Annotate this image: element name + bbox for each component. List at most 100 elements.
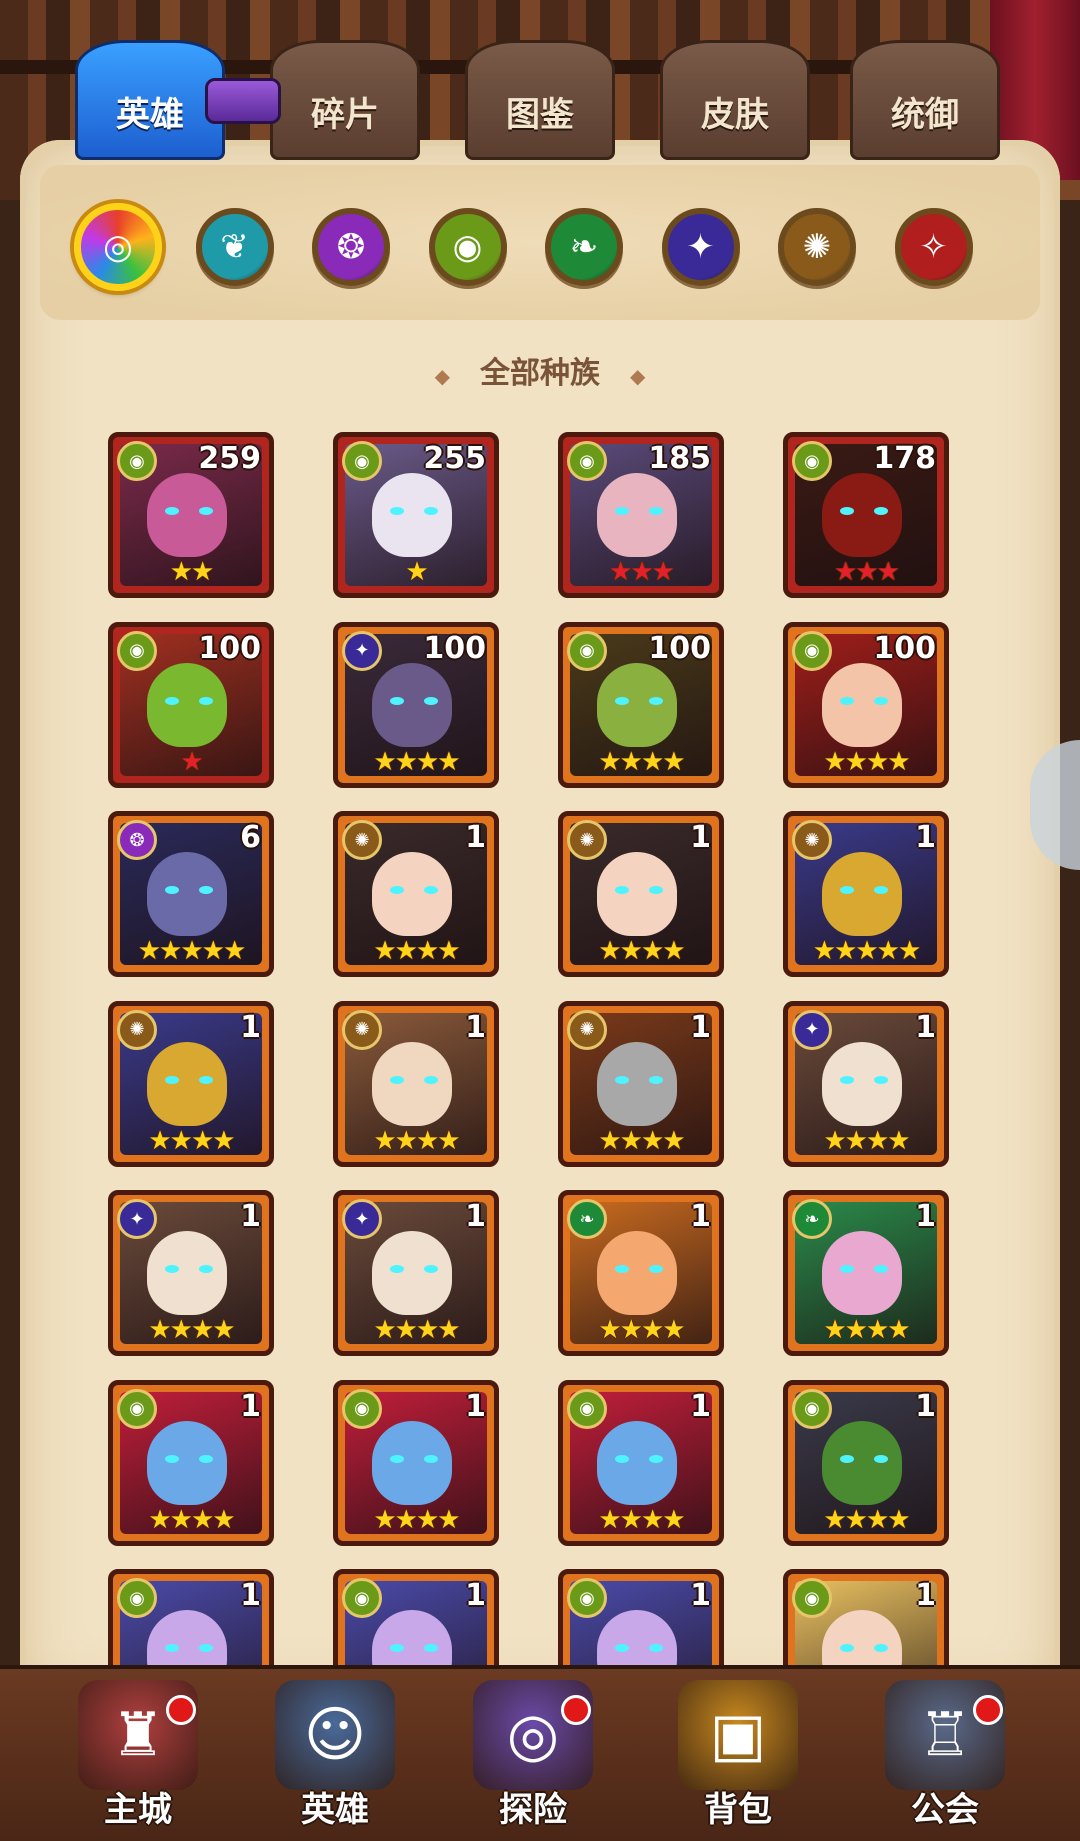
hero-level: 178	[873, 441, 936, 476]
race-2-icon[interactable]: ❂	[312, 208, 390, 286]
hero-level: 1	[465, 1009, 486, 1045]
hero-eye	[649, 1075, 663, 1084]
hero-card[interactable]: ◉ 259 ★★	[108, 432, 274, 598]
hero-level: 100	[423, 630, 486, 666]
hero-card[interactable]: ◉ 100 ★★★★	[558, 621, 724, 788]
notification-dot-icon	[973, 1695, 1003, 1725]
hero-card[interactable]: ◉ 1	[333, 1569, 499, 1665]
hero-face	[597, 662, 677, 747]
hero-card[interactable]: ◉ 1	[108, 1569, 274, 1665]
hero-card[interactable]: ❂ 6 ★★★★★	[108, 811, 274, 977]
hero-eye	[390, 507, 404, 515]
hero-card[interactable]: ✦ 1 ★★★★	[108, 1190, 274, 1356]
race-badge-icon: ◉	[567, 441, 607, 481]
nav-castle[interactable]: ♜ 主城	[48, 1680, 228, 1837]
hero-star-rating: ★★★★	[598, 1315, 685, 1345]
hero-eye	[649, 1265, 663, 1273]
race-badge-icon: ◉	[342, 441, 382, 481]
hero-level: 1	[915, 820, 936, 855]
hero-eye	[390, 696, 404, 705]
hero-eye	[165, 886, 179, 894]
hero-card[interactable]: ◉ 1	[783, 1569, 949, 1665]
hero-card[interactable]: ◉ 185 ★★★	[558, 432, 724, 598]
hero-card[interactable]: ✺ 1 ★★★★★	[783, 811, 949, 977]
hero-card[interactable]: ◉ 1	[558, 1569, 724, 1665]
hero-star-rating: ★★★★	[373, 936, 460, 966]
race-badge-icon: ❧	[567, 1199, 607, 1239]
race-5-icon[interactable]: ✦	[661, 208, 740, 286]
hero-icon: ☺	[275, 1680, 395, 1790]
race-label-text: 全部种族	[480, 356, 600, 391]
nav-guild[interactable]: ♖ 公会	[855, 1680, 1035, 1837]
hero-card[interactable]: ◉ 1 ★★★★	[558, 1379, 724, 1546]
race-badge-icon: ✺	[567, 820, 607, 860]
hero-eye	[165, 696, 179, 705]
hero-face	[822, 473, 902, 557]
hero-card[interactable]: ✦ 100 ★★★★	[333, 621, 499, 788]
hero-card[interactable]: ◉ 1 ★★★★	[783, 1379, 949, 1546]
hero-eye	[840, 1265, 854, 1273]
race-6-icon[interactable]: ✺	[778, 208, 856, 286]
race-badge-icon: ◉	[792, 441, 832, 481]
hero-card[interactable]: ✺ 1 ★★★★	[333, 811, 499, 977]
hero-star-rating: ★★★★	[373, 746, 460, 777]
all-races-icon[interactable]: ◎	[74, 203, 162, 291]
race-4-icon[interactable]: ❧	[545, 208, 623, 286]
hero-card[interactable]: ✦ 1 ★★★★	[333, 1190, 499, 1356]
hero-face	[597, 1420, 677, 1505]
hero-eye	[615, 1265, 629, 1273]
hero-eye	[840, 1075, 854, 1084]
hero-card[interactable]: ✺ 1 ★★★★	[558, 1000, 724, 1167]
hero-face	[147, 1041, 227, 1126]
nav-portal[interactable]: ◎ 探险	[443, 1680, 623, 1837]
race-1-icon[interactable]: ❦	[195, 208, 274, 286]
hero-card[interactable]: ◉ 255 ★	[333, 432, 499, 598]
nav-label: 探险	[499, 1790, 567, 1830]
hero-card[interactable]: ◉ 100 ★	[108, 621, 274, 788]
race-badge-icon: ❂	[117, 820, 157, 860]
hero-face	[147, 1420, 227, 1505]
tab-3[interactable]: 图鉴	[465, 40, 615, 160]
hero-face	[597, 473, 677, 557]
tab-4[interactable]: 皮肤	[660, 40, 810, 160]
hero-eye	[840, 1454, 854, 1463]
nav-backpack[interactable]: ▣ 背包	[648, 1680, 828, 1837]
hero-face	[147, 852, 227, 936]
hero-face	[372, 1420, 452, 1505]
hero-card[interactable]: ◉ 1 ★★★★	[108, 1379, 274, 1546]
hero-eye	[424, 1265, 438, 1273]
hero-card[interactable]: ✦ 1 ★★★★	[783, 1000, 949, 1167]
hero-star-rating: ★★★★★	[812, 936, 922, 966]
race-badge-icon: ◉	[792, 1388, 832, 1429]
nav-hero[interactable]: ☺ 英雄	[245, 1680, 425, 1837]
hero-eye	[199, 1075, 213, 1084]
hero-card[interactable]: ◉ 100 ★★★★	[783, 621, 949, 788]
hero-card[interactable]: ❧ 1 ★★★★	[558, 1190, 724, 1356]
hero-level: 1	[690, 1388, 711, 1424]
hero-eye	[615, 1454, 629, 1463]
hero-card[interactable]: ◉ 1 ★★★★	[333, 1379, 499, 1546]
hero-card[interactable]: ◉ 178 ★★★	[783, 432, 949, 598]
race-3-icon[interactable]: ◉	[428, 208, 507, 286]
hero-face	[372, 1231, 452, 1315]
hero-face	[372, 1041, 452, 1126]
hero-face	[822, 852, 902, 936]
race-badge-icon: ◉	[567, 1578, 607, 1618]
hero-card[interactable]: ❧ 1 ★★★★	[783, 1190, 949, 1356]
race-7-icon[interactable]: ✧	[894, 208, 973, 286]
hero-star-rating: ★★★★	[148, 1315, 235, 1345]
hero-eye	[199, 886, 213, 894]
tab-2[interactable]: 碎片	[270, 40, 420, 160]
nav-label: 英雄	[301, 1790, 369, 1830]
race-badge-icon: ✺	[567, 1009, 607, 1050]
tab-5[interactable]: 统御	[850, 40, 1000, 160]
tab-1[interactable]: 英雄	[75, 40, 225, 160]
hero-eye	[874, 696, 888, 705]
hero-eye	[649, 696, 663, 705]
hero-eye	[199, 1454, 213, 1463]
hero-card[interactable]: ✺ 1 ★★★★	[333, 1000, 499, 1167]
hero-card[interactable]: ✺ 1 ★★★★	[108, 1000, 274, 1167]
hero-card[interactable]: ✺ 1 ★★★★	[558, 811, 724, 977]
hero-eye	[424, 1075, 438, 1084]
hero-level: 1	[465, 1578, 486, 1613]
